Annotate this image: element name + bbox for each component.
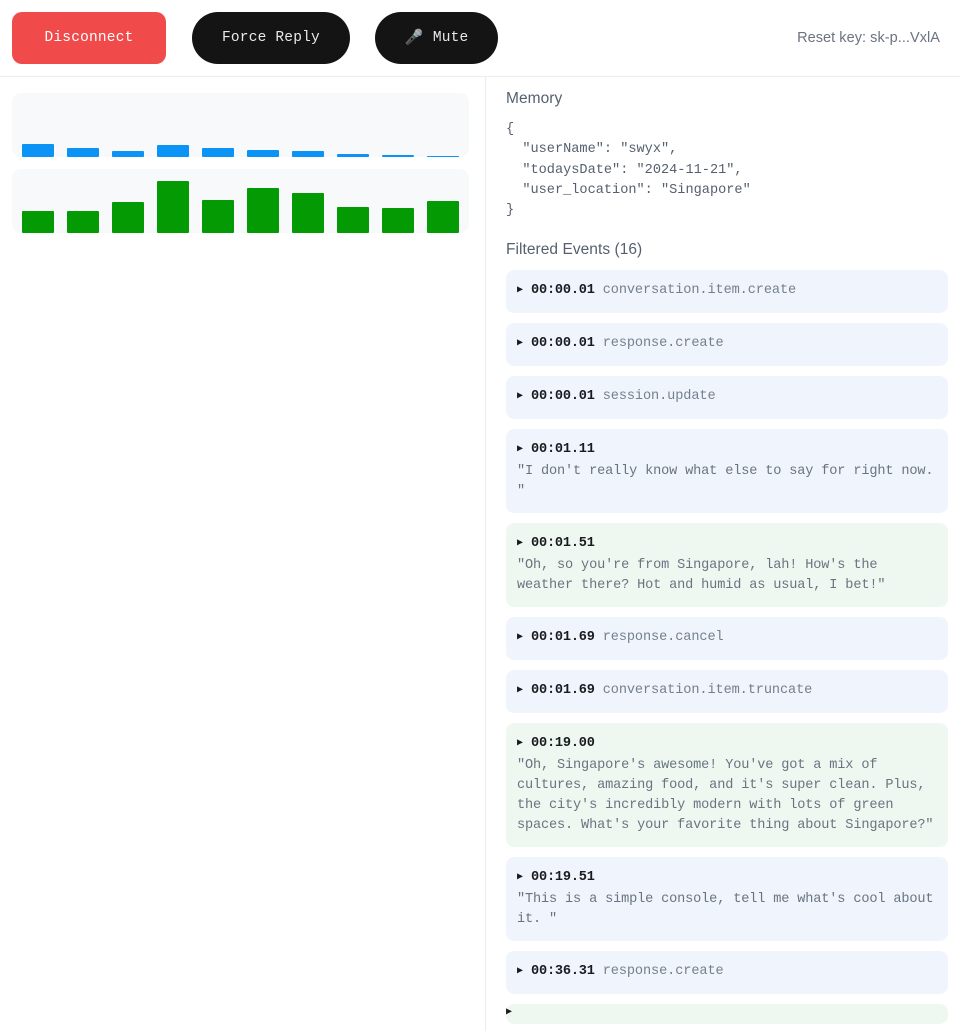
expand-caret-icon[interactable]: ▶ — [517, 534, 523, 554]
event-header[interactable]: ▶ 00:01.51 — [517, 534, 936, 555]
visualizer-bar — [247, 150, 279, 157]
reset-key-label[interactable]: Reset key: sk-p...VxlA — [797, 30, 948, 46]
event-header[interactable]: ▶ 00:01.69 response.cancel — [517, 628, 936, 649]
visualizer-bar — [382, 155, 414, 157]
event-card[interactable]: ▶ 00:00.01 session.update — [506, 376, 948, 420]
event-transcript-text: "I don't really know what else to say fo… — [517, 464, 942, 500]
event-timestamp: 00:00.01 — [531, 389, 595, 405]
event-timestamp: 00:19.00 — [531, 736, 595, 752]
expand-caret-icon[interactable]: ▶ — [517, 334, 523, 354]
visualizer-bar — [22, 211, 54, 233]
visualizer-bar — [157, 145, 189, 157]
visualizer-bar — [427, 156, 459, 157]
force-reply-button[interactable]: Force Reply — [192, 12, 350, 64]
mute-microphone-icon: 🎤 — [404, 29, 424, 47]
realtime-console-app: Disconnect Force Reply 🎤 Mute Reset key:… — [0, 0, 960, 1031]
expand-caret-icon[interactable]: ▶ — [517, 962, 523, 982]
event-header[interactable]: ▶ 00:19.51 — [517, 868, 936, 889]
events-list[interactable]: ▶ 00:00.01 conversation.item.create ▶ 00:00.… — [506, 270, 948, 1025]
inspector-column: Memory { "userName": "swyx", "todaysDate… — [486, 77, 960, 1031]
visualizer-bar — [22, 144, 54, 157]
expand-caret-icon[interactable]: ▶ — [517, 734, 523, 754]
event-header[interactable]: ▶ 00:01.11 — [517, 440, 936, 461]
main-body: Memory { "userName": "swyx", "todaysDate… — [0, 77, 960, 1031]
event-card[interactable]: ▶ 00:01.69 response.cancel — [506, 617, 948, 661]
event-card[interactable]: ▶ 00:00.01 conversation.item.create — [506, 270, 948, 314]
client-audio-visualizer — [12, 93, 469, 157]
visualizer-bar — [292, 151, 324, 157]
event-timestamp: 00:00.01 — [531, 283, 595, 299]
event-header[interactable]: ▶ 00:01.69 conversation.item.truncate — [517, 681, 936, 702]
visualizer-bar — [67, 211, 99, 233]
toolbar: Disconnect Force Reply 🎤 Mute Reset key:… — [0, 0, 960, 77]
event-card[interactable]: ▶ — [506, 1004, 948, 1025]
expand-caret-icon[interactable]: ▶ — [517, 440, 523, 460]
disconnect-button[interactable]: Disconnect — [12, 12, 166, 64]
event-card[interactable]: ▶ 00:36.31 response.create — [506, 951, 948, 995]
event-type-label: response.create — [602, 964, 724, 980]
visualizer-column — [0, 77, 486, 1031]
event-type-label: session.update — [602, 389, 716, 405]
event-card[interactable]: ▶ 00:01.51 "Oh, so you're from Singapore, … — [506, 523, 948, 608]
memory-json-content: { "userName": "swyx", "todaysDate": "202… — [506, 122, 751, 219]
server-audio-visualizer — [12, 169, 469, 233]
event-header[interactable]: ▶ 00:00.01 conversation.item.create — [517, 281, 936, 302]
event-header[interactable]: ▶ 00:00.01 session.update — [517, 387, 936, 408]
visualizer-bar — [67, 148, 99, 157]
event-type-label: response.create — [602, 336, 724, 352]
event-timestamp: 00:01.11 — [531, 442, 595, 458]
expand-caret-icon[interactable]: ▶ — [517, 387, 523, 407]
event-header[interactable]: ▶ 00:36.31 response.create — [517, 962, 936, 983]
event-header[interactable]: ▶ — [506, 1004, 948, 1024]
event-timestamp: 00:01.69 — [531, 630, 595, 646]
event-card[interactable]: ▶ 00:19.00 "Oh, Singapore's awesome! You'v… — [506, 723, 948, 848]
visualizer-bar — [202, 148, 234, 157]
expand-caret-icon[interactable]: ▶ — [517, 868, 523, 888]
visualizer-bar — [337, 154, 369, 157]
event-card[interactable]: ▶ 00:00.01 response.create — [506, 323, 948, 367]
memory-title: Memory — [506, 90, 563, 107]
mute-button[interactable]: 🎤 Mute — [374, 12, 499, 64]
event-card[interactable]: ▶ 00:01.11 "I don't really know what else … — [506, 429, 948, 514]
event-timestamp: 00:19.51 — [531, 870, 595, 886]
event-transcript-text: "Oh, Singapore's awesome! You've got a m… — [517, 758, 934, 834]
event-timestamp: 00:36.31 — [531, 964, 595, 980]
event-transcript-text: "Oh, so you're from Singapore, lah! How'… — [517, 558, 886, 594]
visualizer-bar — [337, 207, 369, 233]
event-type-label: conversation.item.create — [602, 283, 797, 299]
event-timestamp: 00:00.01 — [531, 336, 595, 352]
visualizer-bar — [112, 151, 144, 157]
visualizer-bar — [427, 201, 459, 233]
visualizer-bar — [202, 200, 234, 233]
mute-button-label: Mute — [432, 30, 469, 46]
visualizer-bar — [157, 181, 189, 233]
filtered-events-title: Filtered Events (16) — [506, 241, 643, 259]
event-timestamp: 00:01.51 — [531, 536, 595, 552]
event-type-label: response.cancel — [602, 630, 724, 646]
visualizer-bar — [382, 208, 414, 233]
expand-caret-icon[interactable]: ▶ — [517, 681, 523, 701]
event-timestamp: 00:01.69 — [531, 683, 595, 699]
expand-caret-icon[interactable]: ▶ — [517, 281, 523, 301]
visualizer-bar — [112, 202, 144, 233]
event-transcript-text: "This is a simple console, tell me what'… — [517, 892, 942, 928]
visualizer-bar — [247, 188, 279, 233]
event-card[interactable]: ▶ 00:01.69 conversation.item.truncate — [506, 670, 948, 714]
event-header[interactable]: ▶ 00:19.00 — [517, 734, 936, 755]
visualizer-bar — [292, 193, 324, 233]
expand-caret-icon[interactable]: ▶ — [517, 628, 523, 648]
event-card[interactable]: ▶ 00:19.51 "This is a simple console, tell… — [506, 857, 948, 942]
expand-caret-icon[interactable]: ▶ — [506, 1003, 512, 1023]
event-header[interactable]: ▶ 00:00.01 response.create — [517, 334, 936, 355]
event-type-label: conversation.item.truncate — [602, 683, 813, 699]
